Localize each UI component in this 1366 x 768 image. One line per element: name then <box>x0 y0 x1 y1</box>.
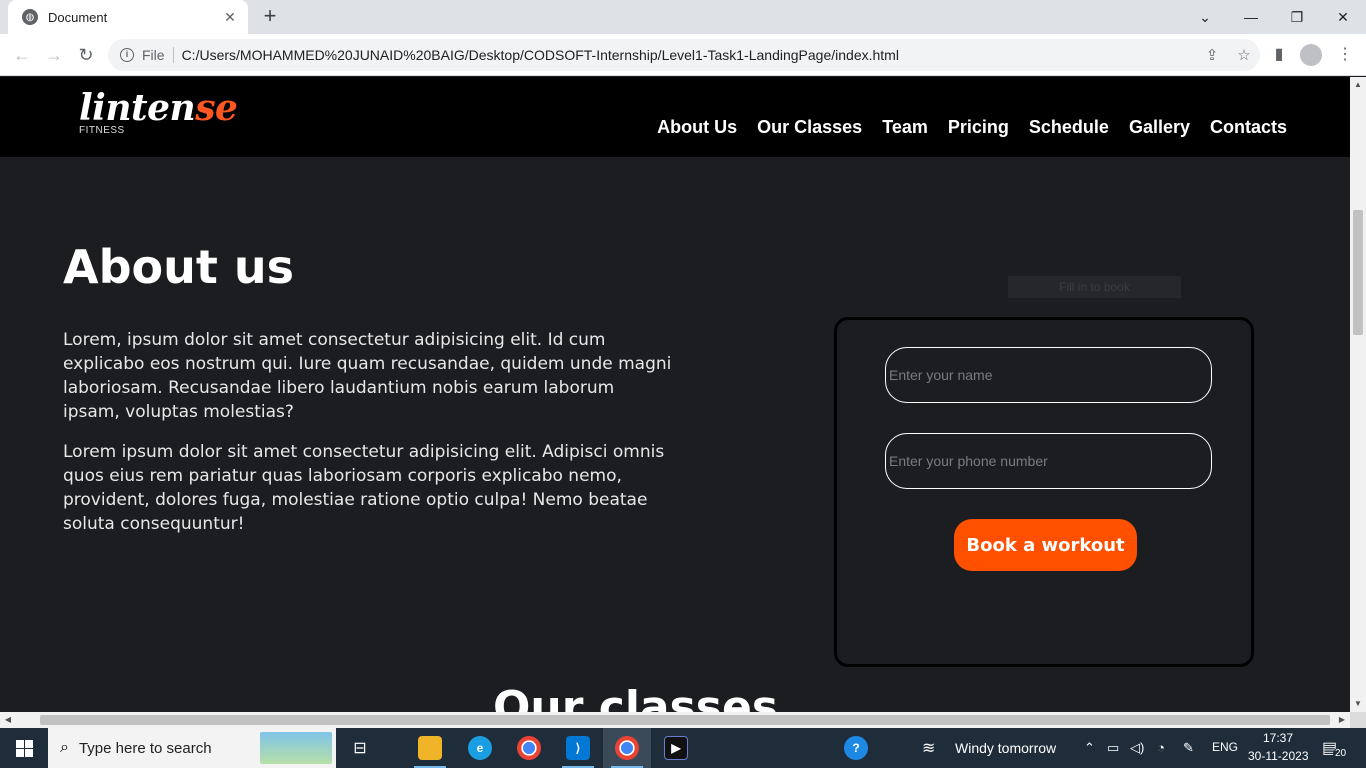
forward-button[interactable]: → <box>42 43 66 67</box>
vscode-button[interactable]: ⟩ <box>554 728 602 768</box>
pen-icon[interactable]: ✎ <box>1183 740 1194 756</box>
address-bar[interactable]: i File C:/Users/MOHAMMED%20JUNAID%20BAIG… <box>108 39 1260 71</box>
edge-button[interactable]: e <box>456 728 504 768</box>
tab-search-icon[interactable]: ⌄ <box>1182 0 1228 34</box>
book-workout-button[interactable]: Book a workout <box>954 519 1137 571</box>
search-placeholder: Type here to search <box>78 739 212 757</box>
vertical-scrollbar[interactable]: ▲ ▼ <box>1350 77 1366 712</box>
taskbar-search[interactable]: ⌕ Type here to search <box>48 728 336 768</box>
media-player-icon: ▶ <box>664 736 688 760</box>
search-highlight-image <box>260 732 332 764</box>
url-scheme: File <box>142 47 174 63</box>
side-panel-icon[interactable]: ▮ <box>1267 43 1291 67</box>
notification-count: 20 <box>1333 748 1349 759</box>
nav-our-classes[interactable]: Our Classes <box>757 117 862 138</box>
minimize-button[interactable]: — <box>1228 0 1274 34</box>
browser-tab[interactable]: ◍ Document ✕ <box>8 0 248 34</box>
new-tab-button[interactable]: + <box>258 5 282 29</box>
form-caption: Fill in to book <box>1008 276 1181 298</box>
tab-title: Document <box>48 9 108 25</box>
about-paragraph-2: Lorem ipsum dolor sit amet consectetur a… <box>63 442 665 534</box>
language-indicator[interactable]: ENG <box>1212 740 1238 754</box>
booking-form: Book a workout <box>834 317 1254 667</box>
profile-icon[interactable] <box>1299 43 1323 67</box>
vscode-icon: ⟩ <box>566 736 590 760</box>
reload-button[interactable]: ↻ <box>74 43 98 67</box>
url-text[interactable]: C:/Users/MOHAMMED%20JUNAID%20BAIG/Deskto… <box>182 47 1196 63</box>
chrome-active-button[interactable] <box>603 728 651 768</box>
scroll-down-icon[interactable]: ▼ <box>1350 696 1366 712</box>
chrome-icon <box>517 736 541 760</box>
horizontal-scrollbar[interactable]: ◀ ▶ <box>0 712 1350 728</box>
logo-accent-text: se <box>195 87 238 129</box>
clock-date[interactable]: 30-11-2023 <box>1248 749 1309 763</box>
chrome-icon <box>615 736 639 760</box>
name-input[interactable] <box>885 347 1212 403</box>
search-icon: ⌕ <box>60 739 69 756</box>
tab-strip: ◍ Document ✕ + ⌄ — ❐ ✕ <box>0 0 1366 34</box>
info-icon[interactable]: i <box>120 48 134 62</box>
browser-toolbar: ← → ↻ i File C:/Users/MOHAMMED%20JUNAID%… <box>0 34 1366 76</box>
battery-icon[interactable]: ▭ <box>1107 740 1119 756</box>
weather-text[interactable]: Windy tomorrow <box>955 740 1056 756</box>
about-paragraph-1: Lorem, ipsum dolor sit amet consectetur … <box>63 330 672 422</box>
classes-title: Our classes <box>493 682 779 712</box>
weather-wind-icon[interactable]: ≋ <box>922 738 935 758</box>
globe-icon: ◍ <box>22 9 38 25</box>
scroll-left-icon[interactable]: ◀ <box>0 712 16 728</box>
site-logo[interactable]: lintense FITNESS <box>79 87 238 136</box>
media-app-button[interactable]: ▶ <box>652 728 700 768</box>
help-button[interactable]: ? <box>832 728 880 768</box>
main-nav: About Us Our Classes Team Pricing Schedu… <box>657 117 1287 138</box>
nav-about-us[interactable]: About Us <box>657 117 737 138</box>
volume-icon[interactable]: ◁) <box>1130 740 1144 756</box>
share-icon[interactable]: ⇪ <box>1196 46 1228 64</box>
back-button[interactable]: ← <box>10 43 34 67</box>
phone-input[interactable] <box>885 433 1212 489</box>
start-button[interactable] <box>0 728 48 768</box>
menu-icon[interactable]: ⋮ <box>1333 43 1357 67</box>
page-viewport: lintense FITNESS About Us Our Classes Te… <box>0 77 1350 712</box>
nav-gallery[interactable]: Gallery <box>1129 117 1190 138</box>
nav-team[interactable]: Team <box>882 117 928 138</box>
vertical-scroll-thumb[interactable] <box>1353 210 1363 335</box>
scrollbar-corner <box>1350 712 1366 728</box>
task-view-button[interactable]: ⊟ <box>336 728 384 768</box>
task-view-icon: ⊟ <box>353 740 367 757</box>
logo-text: linten <box>79 87 196 129</box>
clock-time[interactable]: 17:37 <box>1263 731 1293 745</box>
nav-schedule[interactable]: Schedule <box>1029 117 1109 138</box>
windows-icon <box>15 739 33 757</box>
horizontal-scroll-thumb[interactable] <box>40 715 1330 725</box>
restore-button[interactable]: ❐ <box>1274 0 1320 34</box>
scroll-right-icon[interactable]: ▶ <box>1334 712 1350 728</box>
close-window-button[interactable]: ✕ <box>1320 0 1366 34</box>
scroll-up-icon[interactable]: ▲ <box>1350 77 1366 93</box>
nav-pricing[interactable]: Pricing <box>948 117 1009 138</box>
wifi-icon[interactable]: ◔ <box>1157 740 1165 755</box>
folder-icon <box>418 736 442 760</box>
about-title: About us <box>63 240 295 294</box>
nav-contacts[interactable]: Contacts <box>1210 117 1287 138</box>
help-icon: ? <box>844 736 868 760</box>
site-header: lintense FITNESS About Us Our Classes Te… <box>0 77 1350 157</box>
bookmark-star-icon[interactable]: ☆ <box>1228 46 1260 64</box>
chevron-up-icon[interactable]: ⌃ <box>1084 740 1095 756</box>
edge-icon: e <box>468 736 492 760</box>
chrome-button[interactable] <box>505 728 553 768</box>
taskbar: ⌕ Type here to search ⊟ e ⟩ ▶ ? ≋ Windy … <box>0 728 1366 768</box>
file-explorer-button[interactable] <box>406 728 454 768</box>
close-tab-icon[interactable]: ✕ <box>222 9 238 26</box>
